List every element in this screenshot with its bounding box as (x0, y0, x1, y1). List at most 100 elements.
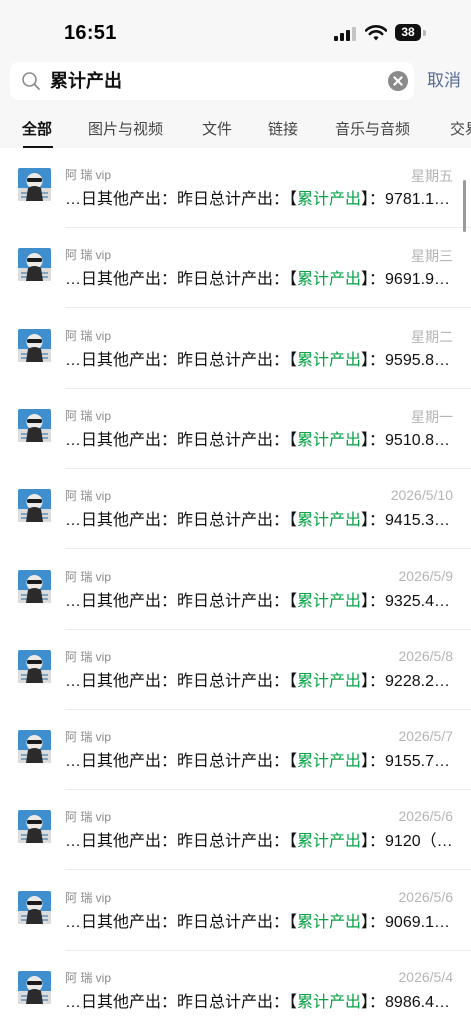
message-snippet: …日其他产出：昨日总计产出：【累计产出】：8986.4… (65, 988, 455, 1012)
avatar (18, 971, 51, 1004)
result-row[interactable]: 阿 瑞 vip 星期二 …日其他产出：昨日总计产出：【累计产出】：9595.8… (0, 309, 471, 389)
snippet-suffix: 】：9510.8… (361, 431, 450, 449)
cancel-button[interactable]: 取消 (427, 62, 461, 100)
results-list: 阿 瑞 vip 星期五 …日其他产出：昨日总计产出：【累计产出】：9781.1…… (0, 148, 471, 1024)
avatar (18, 328, 51, 362)
snippet-prefix: …日其他产出：昨日总计产出：【 (65, 833, 298, 851)
sender-name: 阿 瑞 vip (65, 810, 112, 825)
message-snippet: …日其他产出：昨日总计产出：【累计产出】：9155.7… (65, 747, 455, 771)
snippet-highlight: 累计产出 (297, 753, 362, 771)
message-date: 2026/5/4 (398, 969, 454, 985)
message-snippet: …日其他产出：昨日总计产出：【累计产出】：9691.9… (65, 265, 455, 289)
filter-tabs: 全部 图片与视频 文件 链接 音乐与音频 交易 (0, 112, 471, 148)
message-date: 星期一 (411, 408, 453, 425)
snippet-suffix: 】：9595.8… (361, 351, 450, 369)
snippet-prefix: …日其他产出：昨日总计产出：【 (65, 271, 298, 289)
message-date: 2026/5/7 (398, 728, 454, 745)
snippet-prefix: …日其他产出：昨日总计产出：【 (65, 512, 298, 530)
status-bar: 16:51 38 (0, 0, 471, 56)
snippet-highlight: 累计产出 (297, 913, 362, 931)
snippet-highlight: 累计产出 (297, 351, 362, 369)
snippet-highlight: 累计产出 (297, 191, 362, 208)
message-date: 星期五 (411, 168, 453, 184)
snippet-suffix: 】：9325.4… (361, 592, 450, 610)
message-snippet: …日其他产出：昨日总计产出：【累计产出】：9415.3… (65, 506, 455, 530)
message-date: 2026/5/6 (398, 808, 454, 825)
snippet-suffix: 】：9155.7… (361, 753, 450, 771)
snippet-highlight: 累计产出 (297, 592, 362, 610)
tab-music-audio[interactable]: 音乐与音频 (335, 112, 410, 148)
avatar (18, 168, 51, 201)
result-row[interactable]: 阿 瑞 vip 2026/5/7 …日其他产出：昨日总计产出：【累计产出】：91… (0, 710, 471, 791)
snippet-suffix: 】：9415.3… (361, 512, 450, 530)
message-snippet: …日其他产出：昨日总计产出：【累计产出】：9781.1… (65, 185, 455, 209)
result-row[interactable]: 阿 瑞 vip 2026/5/6 …日其他产出：昨日总计产出：【累计产出】：90… (0, 871, 471, 951)
snippet-suffix: 】：9120（… (361, 833, 453, 851)
battery-level: 38 (401, 25, 415, 39)
sender-name: 阿 瑞 vip (65, 248, 112, 263)
snippet-suffix: 】：8986.4… (361, 994, 450, 1011)
sender-name: 阿 瑞 vip (65, 489, 112, 504)
avatar (18, 649, 51, 683)
message-date: 星期二 (411, 328, 453, 345)
scrollbar[interactable] (463, 180, 466, 232)
status-time: 16:51 (64, 22, 117, 44)
snippet-highlight: 累计产出 (297, 431, 362, 449)
snippet-prefix: …日其他产出：昨日总计产出：【 (65, 913, 298, 931)
sender-name: 阿 瑞 vip (65, 408, 112, 423)
snippet-suffix: 】：9069.1… (361, 913, 450, 931)
result-row[interactable]: 阿 瑞 vip 星期一 …日其他产出：昨日总计产出：【累计产出】：9510.8… (0, 389, 471, 469)
avatar (18, 408, 51, 442)
snippet-highlight: 累计产出 (297, 512, 362, 530)
snippet-suffix: 】：9228.2… (361, 672, 450, 690)
message-date: 2026/5/9 (398, 567, 454, 584)
message-date: 2026/5/10 (390, 487, 453, 504)
snippet-suffix: 】：9781.1… (361, 191, 450, 208)
message-snippet: …日其他产出：昨日总计产出：【累计产出】：9228.2… (65, 667, 455, 691)
sender-name: 阿 瑞 vip (65, 569, 112, 584)
message-snippet: …日其他产出：昨日总计产出：【累计产出】：9510.8… (65, 426, 455, 450)
search-input[interactable]: 累计产出 (50, 62, 122, 100)
sender-name: 阿 瑞 vip (65, 730, 112, 745)
snippet-highlight: 累计产出 (297, 271, 362, 289)
sender-name: 阿 瑞 vip (65, 168, 112, 182)
avatar (18, 569, 51, 603)
sender-name: 阿 瑞 vip (65, 328, 112, 343)
message-date: 2026/5/8 (398, 647, 454, 664)
tab-files[interactable]: 文件 (202, 112, 232, 148)
wifi-icon (365, 25, 387, 41)
message-snippet: …日其他产出：昨日总计产出：【累计产出】：9120（… (65, 827, 455, 851)
result-row[interactable]: 阿 瑞 vip 2026/5/9 …日其他产出：昨日总计产出：【累计产出】：93… (0, 550, 471, 630)
tab-links[interactable]: 链接 (268, 112, 298, 148)
sender-name: 阿 瑞 vip (65, 649, 112, 664)
result-row[interactable]: 阿 瑞 vip 2026/5/4 …日其他产出：昨日总计产出：【累计产出】：89… (0, 951, 471, 1024)
result-row[interactable]: 阿 瑞 vip 星期三 …日其他产出：昨日总计产出：【累计产出】：9691.9… (0, 228, 471, 309)
clear-search-icon[interactable] (388, 71, 408, 91)
snippet-prefix: …日其他产出：昨日总计产出：【 (65, 191, 298, 208)
avatar (18, 248, 51, 282)
search-icon (22, 72, 40, 90)
snippet-prefix: …日其他产出：昨日总计产出：【 (65, 672, 298, 690)
sender-name: 阿 瑞 vip (65, 890, 112, 905)
message-snippet: …日其他产出：昨日总计产出：【累计产出】：9595.8… (65, 346, 455, 370)
search-box[interactable]: 累计产出 (10, 62, 414, 100)
result-row[interactable]: 阿 瑞 vip 2026/5/6 …日其他产出：昨日总计产出：【累计产出】：91… (0, 790, 471, 871)
message-date: 2026/5/6 (398, 888, 454, 905)
tab-all[interactable]: 全部 (22, 112, 52, 148)
message-date: 星期三 (411, 248, 453, 265)
battery-icon: 38 (395, 24, 421, 41)
result-row[interactable]: 阿 瑞 vip 2026/5/8 …日其他产出：昨日总计产出：【累计产出】：92… (0, 630, 471, 710)
tab-photos-videos[interactable]: 图片与视频 (88, 112, 163, 148)
avatar (18, 810, 51, 844)
result-row[interactable]: 阿 瑞 vip 星期五 …日其他产出：昨日总计产出：【累计产出】：9781.1… (0, 148, 471, 228)
battery-tip (423, 30, 426, 36)
snippet-highlight: 累计产出 (297, 994, 362, 1011)
message-snippet: …日其他产出：昨日总计产出：【累计产出】：9069.1… (65, 908, 455, 932)
avatar (18, 489, 51, 523)
message-snippet: …日其他产出：昨日总计产出：【累计产出】：9325.4… (65, 587, 455, 611)
avatar (18, 730, 51, 764)
snippet-highlight: 累计产出 (297, 672, 362, 690)
tab-transactions[interactable]: 交易 (450, 112, 471, 148)
result-row[interactable]: 阿 瑞 vip 2026/5/10 …日其他产出：昨日总计产出：【累计产出】：9… (0, 469, 471, 550)
snippet-prefix: …日其他产出：昨日总计产出：【 (65, 592, 298, 610)
